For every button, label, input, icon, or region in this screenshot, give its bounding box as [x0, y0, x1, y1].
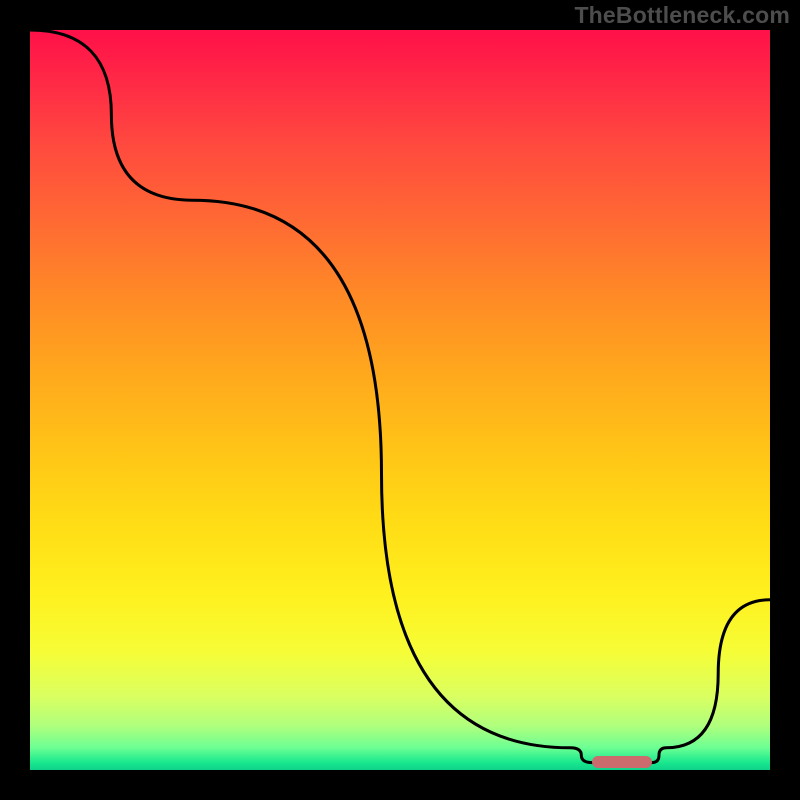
chart-frame: TheBottleneck.com: [0, 0, 800, 800]
watermark-text: TheBottleneck.com: [574, 2, 790, 29]
optimal-range-marker: [592, 756, 651, 768]
plot-area: [30, 30, 770, 770]
bottleneck-curve: [30, 30, 770, 770]
curve-path: [30, 30, 770, 763]
